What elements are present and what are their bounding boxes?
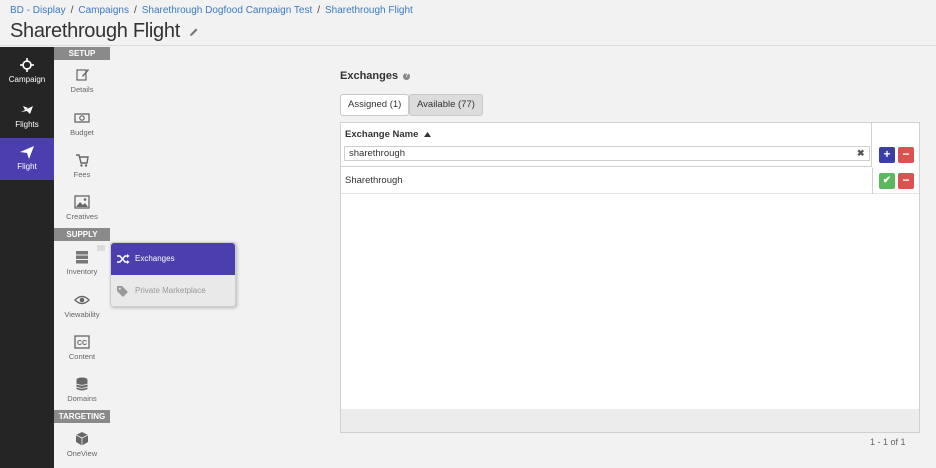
remove-row-button[interactable]: − (898, 173, 914, 189)
shuffle-icon (117, 254, 130, 264)
secondary-nav: SETUP Details Budget Fees Creatives SUPP… (54, 47, 110, 468)
breadcrumb: BD - Display / Campaigns / Sharethrough Dogf… (10, 5, 413, 16)
tags-icon (117, 286, 128, 297)
grid-header: Exchange Name ✖ (341, 123, 872, 167)
section-header-setup: SETUP (54, 47, 110, 60)
plane-icon (20, 146, 34, 159)
subnav-label: Inventory (66, 267, 98, 276)
popout-item-exchanges[interactable]: Exchanges (111, 243, 235, 275)
nav-label: Campaign (8, 75, 46, 84)
add-all-button[interactable]: + (879, 147, 895, 163)
page-title-text: Sharethrough Flight (10, 20, 180, 42)
breadcrumb-separator: / (317, 5, 320, 16)
subnav-item-details[interactable]: Details (54, 67, 110, 107)
breadcrumb-separator: / (133, 5, 137, 16)
primary-nav: Campaign Flights Flight (0, 47, 54, 468)
pager-text: 1 - 1 of 1 (870, 437, 906, 447)
nav-item-flight[interactable]: Flight (0, 138, 54, 180)
section-title: Exchanges ? (340, 70, 411, 82)
edit-icon (76, 69, 89, 81)
column-divider (872, 168, 873, 194)
breadcrumb-separator: / (70, 5, 74, 16)
planes-icon (21, 106, 33, 114)
pencil-icon[interactable] (189, 20, 199, 43)
database-icon (76, 377, 88, 391)
breadcrumb-item-campaign[interactable]: Sharethrough Dogfood Campaign Test (142, 5, 312, 16)
breadcrumb-item-account[interactable]: BD - Display (10, 5, 66, 16)
sort-ascending-icon (424, 131, 432, 137)
subnav-label: Creatives (66, 212, 98, 221)
eye-icon (74, 295, 90, 305)
grid-footer (341, 409, 919, 432)
subnav-label: Details (70, 85, 94, 94)
breadcrumb-item-flight[interactable]: Sharethrough Flight (325, 5, 413, 16)
image-icon (74, 195, 90, 209)
popout-item-label: Private Marketplace (135, 286, 206, 295)
nav-item-campaign[interactable]: Campaign (0, 51, 54, 93)
subnav-label: Budget (70, 128, 94, 137)
nav-label: Flights (15, 120, 39, 129)
server-icon (76, 251, 88, 264)
remove-all-button[interactable]: − (898, 147, 914, 163)
column-header-exchange-name[interactable]: Exchange Name (345, 129, 432, 140)
exchanges-grid: Exchange Name ✖ + − Sharethrough ✔ − (340, 122, 920, 433)
subnav-item-oneview[interactable]: OneView (54, 431, 110, 468)
clear-filter-icon[interactable]: ✖ (857, 148, 865, 159)
subnav-item-viewability[interactable]: Viewability (54, 292, 110, 332)
exchange-filter-input[interactable] (344, 146, 870, 161)
nav-item-flights[interactable]: Flights (0, 96, 54, 138)
subnav-item-inventory[interactable]: Inventory (54, 249, 110, 289)
section-header-targeting: TARGETING (54, 410, 110, 423)
tab-assigned[interactable]: Assigned (1) (340, 94, 410, 116)
subnav-label: Viewability (64, 310, 100, 319)
table-row[interactable]: Sharethrough (341, 168, 919, 194)
section-title-text: Exchanges (340, 70, 399, 82)
subnav-item-content[interactable]: CC Content (54, 334, 110, 374)
popout-item-private-marketplace[interactable]: Private Marketplace (111, 275, 235, 307)
nav-label: Flight (17, 162, 37, 171)
subnav-item-budget[interactable]: Budget (54, 110, 110, 150)
crosshair-icon (20, 58, 34, 72)
breadcrumb-item-campaigns[interactable]: Campaigns (78, 5, 129, 16)
page-title: Sharethrough Flight (10, 20, 199, 43)
cart-icon (76, 154, 89, 167)
closed-captions-icon: CC (74, 335, 90, 349)
drag-handle-icon[interactable] (97, 245, 105, 251)
subnav-item-fees[interactable]: Fees (54, 152, 110, 192)
question-icon[interactable]: ? (403, 72, 411, 80)
money-icon (74, 113, 90, 123)
subnav-label: Fees (73, 170, 91, 179)
tab-available[interactable]: Available (77) (409, 94, 483, 116)
exchange-name-cell: Sharethrough (345, 175, 403, 186)
column-header-label: Exchange Name (345, 129, 419, 140)
section-header-supply: SUPPLY (54, 228, 110, 241)
subnav-label: Content (68, 352, 96, 361)
page-header: BD - Display / Campaigns / Sharethrough Dogf… (0, 0, 936, 46)
supply-popout-menu: Exchanges Private Marketplace (110, 242, 236, 307)
popout-item-label: Exchanges (135, 254, 175, 263)
cube-icon (75, 432, 89, 446)
svg-text:CC: CC (77, 340, 87, 347)
subnav-label: Domains (67, 394, 97, 403)
assigned-check-button[interactable]: ✔ (879, 173, 895, 189)
subnav-label: OneView (66, 449, 98, 458)
